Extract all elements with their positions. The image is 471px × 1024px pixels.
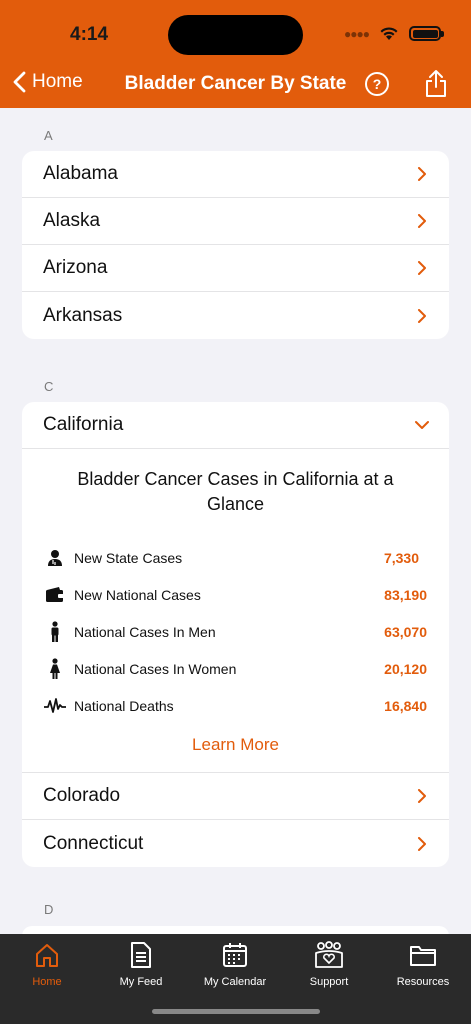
- stat-value: 83,190: [384, 586, 427, 603]
- tab-support[interactable]: Support: [282, 940, 376, 988]
- chevron-right-icon: [418, 167, 426, 181]
- heartbeat-icon: [44, 695, 66, 717]
- section-header-d: D: [44, 902, 54, 917]
- stat-row: National Cases In Women 20,120: [44, 650, 427, 687]
- state-list-a: Alabama Alaska Arizona Arkansas: [22, 151, 449, 339]
- section-header-a: A: [44, 128, 53, 143]
- tab-label: Resources: [396, 976, 450, 988]
- chevron-right-icon: [418, 836, 426, 851]
- calendar-icon: [188, 940, 282, 970]
- state-row-arizona[interactable]: Arizona: [22, 245, 449, 292]
- state-row-alabama[interactable]: Alabama: [22, 151, 449, 198]
- tab-label: Home: [32, 976, 62, 988]
- state-row-alaska[interactable]: Alaska: [22, 198, 449, 245]
- stat-label: New National Cases: [74, 586, 201, 603]
- state-label: Arkansas: [43, 304, 123, 326]
- details-title: Bladder Cancer Cases in California at a …: [77, 469, 394, 514]
- chevron-down-icon: [415, 421, 429, 429]
- tab-label: Support: [309, 976, 349, 988]
- state-row-connecticut[interactable]: Connecticut: [22, 820, 449, 867]
- chevron-right-icon: [418, 261, 426, 275]
- status-icons: ●●●●: [344, 26, 444, 41]
- page-title: Bladder Cancer By State: [124, 73, 347, 94]
- learn-more-link[interactable]: Learn More: [22, 724, 449, 772]
- stat-label: National Deaths: [74, 697, 174, 714]
- stats-list: New State Cases 7,330 New National Cases…: [22, 517, 449, 724]
- tab-label: My Feed: [119, 976, 163, 988]
- doctor-icon: [44, 547, 66, 569]
- tab-my-feed[interactable]: My Feed: [94, 940, 188, 988]
- home-indicator: [152, 1009, 320, 1014]
- help-button[interactable]: ?: [365, 72, 389, 96]
- stat-row: National Cases In Men 63,070: [44, 613, 427, 650]
- chevron-right-icon: [418, 214, 426, 228]
- stat-value: 63,070: [384, 623, 427, 640]
- share-icon: [426, 70, 446, 97]
- app-header: 4:14 ●●●● Home Bladder Cancer By State ?: [0, 0, 471, 108]
- stat-value: 20,120: [384, 660, 427, 677]
- state-list-c: California Bladder Cancer Cases in Calif…: [22, 402, 449, 867]
- question-icon: ?: [372, 76, 382, 92]
- home-icon: [0, 940, 94, 970]
- share-button[interactable]: [424, 68, 448, 103]
- stat-row: New National Cases 83,190: [44, 576, 427, 613]
- state-row-arkansas[interactable]: Arkansas: [22, 292, 449, 339]
- stat-row: National Deaths 16,840: [44, 687, 427, 724]
- stat-row: New State Cases 7,330: [44, 539, 427, 576]
- section-header-c: C: [44, 379, 54, 394]
- status-time: 4:14: [70, 24, 109, 45]
- folder-icon: [376, 940, 470, 970]
- state-label: Connecticut: [43, 832, 144, 854]
- wallet-icon: [44, 584, 66, 606]
- tab-my-calendar[interactable]: My Calendar: [188, 940, 282, 988]
- tab-label: My Calendar: [203, 976, 267, 988]
- chevron-right-icon: [418, 789, 426, 803]
- state-label: Arizona: [43, 257, 108, 278]
- wifi-icon: [380, 27, 398, 40]
- chevron-right-icon: [418, 308, 426, 323]
- state-label: California: [43, 414, 124, 435]
- woman-icon: [44, 657, 66, 680]
- stat-label: New State Cases: [74, 549, 183, 566]
- tab-home[interactable]: Home: [0, 940, 94, 988]
- state-label: Colorado: [43, 785, 121, 806]
- california-details: Bladder Cancer Cases in California at a …: [22, 449, 449, 772]
- state-label: Alaska: [43, 210, 101, 231]
- stat-value: 7,330: [383, 549, 419, 566]
- stat-label: National Cases In Women: [74, 660, 237, 677]
- document-icon: [94, 940, 188, 970]
- stat-value: 16,840: [384, 697, 427, 714]
- dynamic-island: [168, 15, 303, 55]
- support-group-icon: [282, 940, 376, 970]
- state-row-california[interactable]: California: [22, 402, 449, 449]
- tab-resources[interactable]: Resources: [376, 940, 470, 988]
- man-icon: [44, 620, 66, 643]
- state-row-colorado[interactable]: Colorado: [22, 773, 449, 820]
- cellular-dots-icon: ●●●●: [344, 26, 370, 41]
- state-label: Alabama: [43, 163, 118, 184]
- battery-icon: [409, 26, 444, 41]
- stat-label: National Cases In Men: [74, 623, 216, 640]
